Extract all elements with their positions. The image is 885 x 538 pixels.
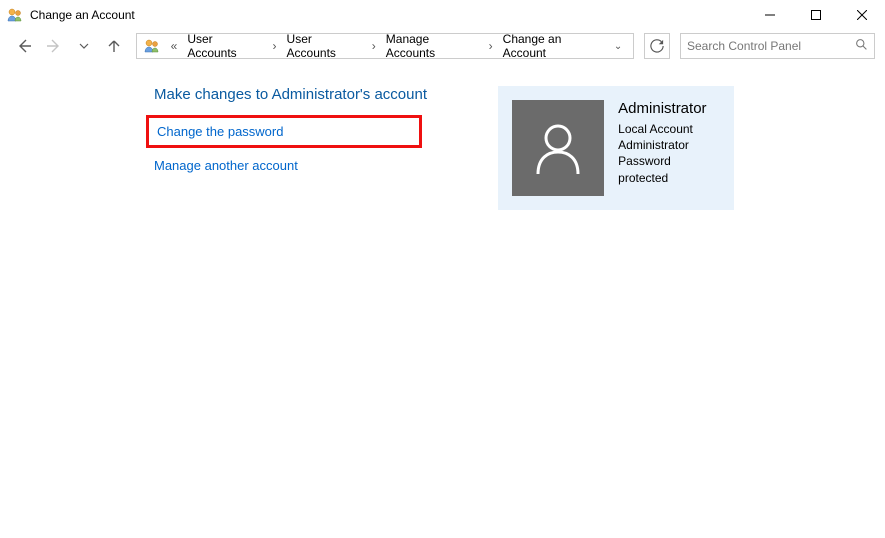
back-button[interactable] — [12, 34, 36, 58]
breadcrumb-label: Manage Accounts — [382, 32, 483, 60]
breadcrumb-label: User Accounts — [283, 32, 366, 60]
chevron-right-icon[interactable]: › — [483, 39, 499, 53]
breadcrumb-item[interactable]: User Accounts › — [183, 32, 282, 60]
up-button[interactable] — [102, 34, 126, 58]
breadcrumb-item[interactable]: Manage Accounts › — [382, 32, 499, 60]
user-accounts-icon — [6, 6, 24, 24]
breadcrumb-item[interactable]: Change an Account — [499, 32, 609, 60]
search-icon[interactable] — [855, 38, 868, 54]
title-bar: Change an Account — [0, 0, 885, 30]
maximize-button[interactable] — [793, 0, 839, 30]
account-name: Administrator — [618, 100, 720, 117]
breadcrumb-prefix: « — [165, 39, 184, 53]
account-card: Administrator Local Account Administrato… — [498, 86, 734, 210]
window-controls — [747, 0, 885, 30]
avatar — [512, 100, 604, 196]
account-status-label: Password protected — [618, 153, 720, 185]
account-type-label: Local Account — [618, 121, 720, 137]
actions-column: Make changes to Administrator's account … — [154, 86, 494, 210]
address-dropdown-icon[interactable]: ⌄ — [609, 41, 627, 52]
refresh-button[interactable] — [644, 33, 670, 59]
account-column: Administrator Local Account Administrato… — [498, 86, 734, 210]
content-area: Make changes to Administrator's account … — [0, 62, 885, 210]
breadcrumb-item[interactable]: User Accounts › — [283, 32, 382, 60]
breadcrumb-label: Change an Account — [499, 32, 609, 60]
minimize-button[interactable] — [747, 0, 793, 30]
address-bar[interactable]: « User Accounts › User Accounts › Manage… — [136, 33, 634, 59]
account-info: Administrator Local Account Administrato… — [618, 100, 720, 186]
forward-button[interactable] — [42, 34, 66, 58]
breadcrumb-label: User Accounts — [183, 32, 266, 60]
change-password-link[interactable]: Change the password — [146, 115, 422, 148]
recent-locations-button[interactable] — [72, 34, 96, 58]
page-heading: Make changes to Administrator's account — [154, 86, 494, 103]
search-box[interactable] — [680, 33, 875, 59]
window-title: Change an Account — [30, 8, 747, 22]
chevron-right-icon[interactable]: › — [267, 39, 283, 53]
navigation-bar: « User Accounts › User Accounts › Manage… — [0, 30, 885, 62]
manage-another-account-link[interactable]: Manage another account — [154, 154, 298, 177]
chevron-right-icon[interactable]: › — [366, 39, 382, 53]
search-input[interactable] — [687, 39, 851, 53]
user-accounts-icon — [143, 37, 161, 55]
close-button[interactable] — [839, 0, 885, 30]
account-role-label: Administrator — [618, 137, 720, 153]
